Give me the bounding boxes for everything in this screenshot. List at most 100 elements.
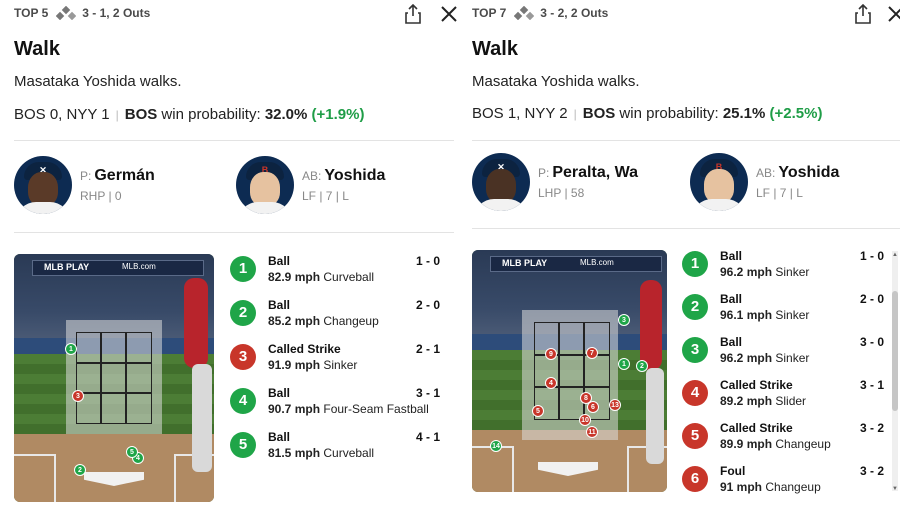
pitch-type: Four-Seam Fastball (323, 402, 429, 416)
bases-icon (56, 6, 77, 20)
share-icon[interactable] (855, 4, 871, 24)
pitch-result: Ball (268, 430, 291, 444)
inning-label: TOP 5 (14, 6, 49, 20)
bases-icon (514, 6, 535, 20)
scroll-down-icon[interactable]: ▼ (892, 486, 898, 492)
wp-team: BOS (124, 106, 158, 123)
pitch-marker-3[interactable]: 3 (618, 314, 630, 326)
pitch-speed: 81.5 mph (268, 446, 321, 460)
pitch-marker-3[interactable]: 3 (72, 390, 84, 402)
play-description: Masataka Yoshida walks. (14, 73, 182, 90)
pitch-row[interactable]: 5 Ball 81.5 mph Curveball 4 - 1 (230, 430, 440, 470)
pitch-type: Sinker (775, 308, 810, 322)
board-logo: MLB PLAY (502, 258, 548, 268)
close-icon[interactable] (441, 6, 457, 22)
pitch-row[interactable]: 5 Called Strike 89.9 mph Changeup 3 - 2 (682, 421, 884, 461)
wp-label: win probability: (619, 105, 719, 122)
pitch-speed: 85.2 mph (268, 314, 321, 328)
batter-role: AB: (302, 169, 322, 183)
board-site: MLB.com (580, 258, 614, 267)
pitch-marker-9[interactable]: 9 (545, 348, 557, 360)
play-title: Walk (472, 38, 518, 60)
board-site: MLB.com (122, 262, 156, 271)
batter-card[interactable]: B AB: Yoshida LF | 7 | L (236, 156, 385, 214)
pitch-marker-2[interactable]: 2 (74, 464, 86, 476)
pitch-row[interactable]: 6 Foul 91 mph Changeup 3 - 2 (682, 464, 884, 504)
pitch-marker-14[interactable]: 14 (490, 440, 502, 452)
pitch-count: 3 - 2 (859, 421, 884, 435)
wp-delta: (+1.9%) (311, 106, 365, 123)
pitcher-avatar: ✕ (14, 156, 72, 214)
scrollbar-thumb[interactable] (892, 291, 898, 411)
score-line: BOS 1, NYY 2 | BOS win probability: 25.1% … (472, 105, 823, 122)
pitcher-name: Germán (94, 167, 155, 184)
pitch-marker-6[interactable]: 6 (587, 401, 599, 413)
batter-name: Yoshida (778, 164, 840, 181)
batter-meta: LF | 7 | L (302, 189, 349, 203)
pitch-type: Sinker (323, 358, 358, 372)
pitch-marker-1[interactable]: 1 (65, 343, 77, 355)
pitch-number: 1 (682, 251, 708, 277)
pitch-count: 2 - 0 (415, 298, 440, 312)
wp-team: BOS (582, 105, 616, 122)
wp-delta: (+2.5%) (769, 105, 823, 122)
pitch-row[interactable]: 2 Ball 96.1 mph Sinker 2 - 0 (682, 292, 884, 332)
pitch-zone-view: MLB PLAY MLB.com 1 2 3 4 5 (14, 254, 214, 502)
pitch-type: Changeup (323, 314, 379, 328)
pitch-result: Ball (268, 254, 291, 268)
pitch-row[interactable]: 4 Ball 90.7 mph Four-Seam Fastball 3 - 1 (230, 386, 440, 426)
inning-row: TOP 5 3 - 1, 2 Outs (14, 6, 150, 20)
pitch-marker-5[interactable]: 5 (532, 405, 544, 417)
inning-row: TOP 7 3 - 2, 2 Outs (472, 6, 608, 20)
pitch-speed: 96.1 mph (720, 308, 773, 322)
score-line: BOS 0, NYY 1 | BOS win probability: 32.0% … (14, 106, 365, 123)
pitch-number: 4 (682, 380, 708, 406)
wp-label: win probability: (161, 106, 261, 123)
share-icon[interactable] (405, 4, 421, 24)
pitch-speed: 89.9 mph (720, 437, 773, 451)
pitch-row[interactable]: 1 Ball 82.9 mph Curveball 1 - 0 (230, 254, 440, 294)
pitch-result: Ball (720, 292, 743, 306)
score: BOS 1, NYY 2 (472, 105, 568, 122)
pitch-speed: 82.9 mph (268, 270, 321, 284)
pitch-speed: 90.7 mph (268, 402, 321, 416)
pitch-row[interactable]: 4 Called Strike 89.2 mph Slider 3 - 1 (682, 378, 884, 418)
batter-card[interactable]: B AB: Yoshida LF | 7 | L (690, 153, 839, 211)
pitcher-card[interactable]: ✕ P: Peralta, Wa LHP | 58 (472, 153, 638, 211)
pitch-type: Changeup (765, 480, 821, 494)
close-icon[interactable] (888, 6, 900, 22)
pitcher-role: P: (538, 166, 550, 180)
pitcher-name: Peralta, Wa (552, 164, 639, 181)
score: BOS 0, NYY 1 (14, 106, 110, 123)
pitcher-meta: LHP | 58 (538, 186, 585, 200)
pitch-type: Slider (775, 394, 807, 408)
pitch-result: Called Strike (268, 342, 341, 356)
pitcher-card[interactable]: ✕ P: Germán RHP | 0 (14, 156, 155, 214)
pitch-type: Changeup (775, 437, 831, 451)
pitch-row[interactable]: 3 Called Strike 91.9 mph Sinker 2 - 1 (230, 342, 440, 382)
pitch-number: 5 (230, 432, 256, 458)
pitch-row[interactable]: 1 Ball 96.2 mph Sinker 1 - 0 (682, 249, 884, 289)
pitch-row[interactable]: 3 Ball 96.2 mph Sinker 3 - 0 (682, 335, 884, 375)
pitch-marker-1[interactable]: 1 (618, 358, 630, 370)
pitch-number: 2 (230, 300, 256, 326)
pitch-list-scrollbar[interactable] (892, 251, 898, 491)
pitch-marker-13[interactable]: 13 (609, 399, 621, 411)
pitch-marker-10[interactable]: 10 (579, 414, 591, 426)
pitch-marker-5[interactable]: 5 (126, 446, 138, 458)
pitch-marker-4[interactable]: 4 (545, 377, 557, 389)
wp-value: 32.0% (264, 106, 308, 123)
pitch-row[interactable]: 2 Ball 85.2 mph Changeup 2 - 0 (230, 298, 440, 338)
inning-label: TOP 7 (472, 6, 507, 20)
pitch-count: 2 - 0 (859, 292, 884, 306)
pitch-speed: 96.2 mph (720, 351, 773, 365)
scroll-up-icon[interactable]: ▲ (892, 252, 898, 258)
batter-avatar: B (236, 156, 294, 214)
play-description: Masataka Yoshida walks. (472, 73, 640, 90)
pitch-marker-11[interactable]: 11 (586, 426, 598, 438)
pitch-marker-2[interactable]: 2 (636, 360, 648, 372)
pitch-zone-view: MLB PLAY MLB.com 3 9 7 1 2 4 8 5 6 13 10… (472, 250, 667, 492)
pitch-marker-7[interactable]: 7 (586, 347, 598, 359)
divider (14, 140, 454, 141)
board-logo: MLB PLAY (44, 262, 90, 272)
